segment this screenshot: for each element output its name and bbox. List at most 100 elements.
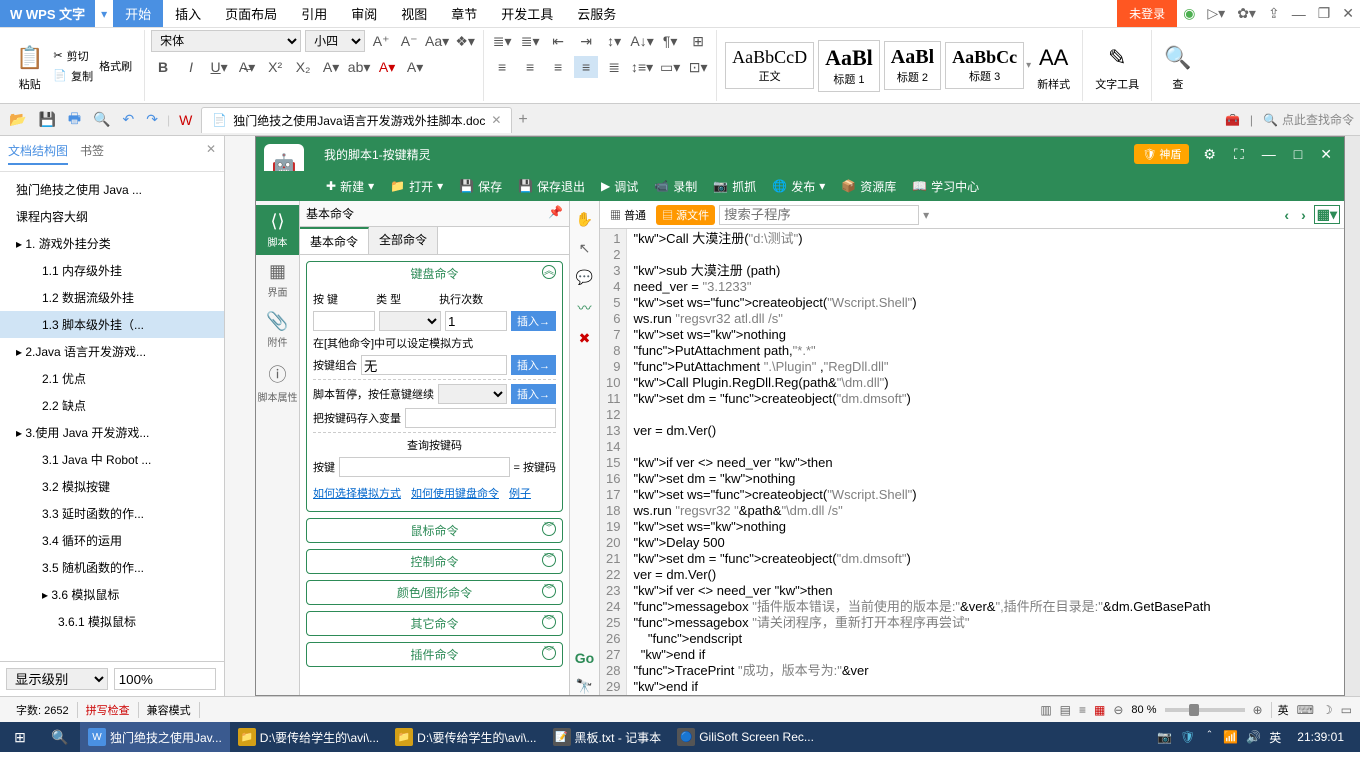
insert-button-2[interactable]: 插入→ <box>511 355 556 375</box>
ime-taskbar[interactable]: 英 <box>1269 729 1281 746</box>
section-keyboard[interactable]: 键盘命令︽ <box>307 262 562 285</box>
search-command[interactable]: 🧰 | 🔍 点此查找命令 <box>1225 111 1354 128</box>
align-right-icon[interactable]: ≡ <box>546 56 570 78</box>
go-icon[interactable]: Go <box>575 650 594 666</box>
tab-structure[interactable]: 文档结构图 <box>8 142 68 165</box>
new-style-button[interactable]: AA新样式 <box>1031 36 1076 96</box>
stats-icon[interactable]: ▭ <box>1341 703 1352 717</box>
type-select[interactable] <box>379 311 441 331</box>
cmd-section[interactable]: 颜色/图形命令︾ <box>307 581 562 604</box>
learn-button[interactable]: 📖 学习中心 <box>904 178 987 195</box>
outline-item[interactable]: 独门绝技之使用 Java ... <box>0 176 224 203</box>
print-icon[interactable]: 🖶 <box>65 108 84 132</box>
close-tab-icon[interactable]: ✕ <box>491 113 501 127</box>
app-minimize-icon[interactable]: — <box>1258 146 1280 162</box>
pin-icon[interactable]: 📌 <box>548 205 563 222</box>
outline-item[interactable]: ▸ 3.6 模拟鼠标 <box>0 581 224 608</box>
app-maximize-icon[interactable]: □ <box>1290 146 1306 162</box>
view4-icon[interactable]: ▦ <box>1094 703 1105 717</box>
tab-view[interactable]: 视图 <box>389 0 439 27</box>
undo-icon[interactable]: ↶ <box>120 111 138 128</box>
bullets-icon[interactable]: ≣▾ <box>490 30 514 52</box>
subscript-icon[interactable]: X₂ <box>291 56 315 78</box>
taskbar-item[interactable]: 📁D:\要传给学生的\avi\... <box>387 722 544 752</box>
text-tools-button[interactable]: ✎文字工具 <box>1089 36 1145 96</box>
view-source-button[interactable]: ▤ 源文件 <box>656 205 715 225</box>
arrow-icon[interactable]: ↖ <box>579 240 591 257</box>
increase-indent-icon[interactable]: ⇥ <box>574 30 598 52</box>
open-icon[interactable]: 📂 <box>6 111 29 128</box>
play-icon[interactable]: ▷▾ <box>1201 5 1231 22</box>
new-button[interactable]: ✚ 新建 ▾ <box>318 178 382 195</box>
link-sim-mode[interactable]: 如何选择模拟方式 <box>313 485 401 501</box>
wps-home-icon[interactable]: W <box>176 112 195 128</box>
outline-item[interactable]: ▸ 1. 游戏外挂分类 <box>0 230 224 257</box>
tab-bookmark[interactable]: 书签 <box>80 142 104 165</box>
tab-chapter[interactable]: 章节 <box>439 0 489 27</box>
tab-start[interactable]: 开始 <box>113 0 163 27</box>
find-button[interactable]: 🔍查 <box>1158 36 1197 96</box>
keyboard-icon[interactable]: ⌨ <box>1297 703 1314 717</box>
resource-button[interactable]: 📦 资源库 <box>833 178 904 195</box>
borders-icon[interactable]: ⊞ <box>686 30 710 52</box>
view1-icon[interactable]: ▥ <box>1040 703 1051 717</box>
hand-icon[interactable]: ✋ <box>576 211 593 228</box>
cmd-section[interactable]: 插件命令︾ <box>307 643 562 666</box>
cut-button[interactable]: ✂ 剪切 <box>53 48 93 64</box>
outline-item[interactable]: ▸ 2.Java 语言开发游戏... <box>0 338 224 365</box>
outline-item[interactable]: 2.1 优点 <box>0 365 224 392</box>
record-button[interactable]: 📹 录制 <box>646 178 705 195</box>
redo-icon[interactable]: ↷ <box>143 111 161 128</box>
search-taskbar-icon[interactable]: 🔍 <box>40 729 80 746</box>
outline-item[interactable]: 1.3 脚本级外挂（... <box>0 311 224 338</box>
side-attach[interactable]: 📎附件 <box>256 305 299 355</box>
restore-icon[interactable]: ❐ <box>1312 5 1337 22</box>
capture-button[interactable]: 📷 抓抓 <box>705 178 764 195</box>
add-tab-icon[interactable]: + <box>518 111 527 129</box>
cmd-section[interactable]: 其它命令︾ <box>307 612 562 635</box>
shield-badge[interactable]: 🛡 神盾 <box>1134 144 1189 164</box>
view-normal-button[interactable]: ▦ 普通 <box>604 205 652 225</box>
level-select[interactable]: 显示级别 <box>6 668 108 690</box>
shading-icon[interactable]: A▾ <box>403 56 427 78</box>
outline-item[interactable]: 课程内容大纲 <box>0 203 224 230</box>
align-center-icon[interactable]: ≡ <box>518 56 542 78</box>
link-example[interactable]: 例子 <box>509 485 531 501</box>
tray-shield-icon[interactable]: 🛡 <box>1180 730 1195 744</box>
cmd-section[interactable]: 控制命令︾ <box>307 550 562 573</box>
x-icon[interactable]: ✖ <box>579 330 591 347</box>
close-outline-icon[interactable]: ✕ <box>206 142 216 165</box>
taskbar-item[interactable]: 🔵GiliSoft Screen Rec... <box>669 722 822 752</box>
settings-icon[interactable]: ⚙ <box>1199 146 1220 163</box>
tab-review[interactable]: 审阅 <box>339 0 389 27</box>
save-icon[interactable]: 💾 <box>35 111 58 128</box>
underline-icon[interactable]: U▾ <box>207 56 231 78</box>
text-dir-icon[interactable]: ↕▾ <box>602 30 626 52</box>
spellcheck-toggle[interactable]: 拼写检查 <box>78 702 139 718</box>
strike-icon[interactable]: A̶▾ <box>235 56 259 78</box>
search-sub-input[interactable] <box>719 205 919 225</box>
outline-list[interactable]: 独门绝技之使用 Java ...课程内容大纲▸ 1. 游戏外挂分类1.1 内存级… <box>0 172 224 661</box>
tray-camera-icon[interactable]: 📷 <box>1157 730 1172 744</box>
dropdown-icon[interactable]: ▾ <box>923 208 929 222</box>
tab-layout[interactable]: 页面布局 <box>213 0 289 27</box>
align-justify-icon[interactable]: ≡ <box>574 56 598 78</box>
pause-sel[interactable] <box>438 384 507 404</box>
combo-input[interactable] <box>361 355 507 375</box>
increase-font-icon[interactable]: A⁺ <box>369 30 393 52</box>
outline-item[interactable]: 3.5 随机函数的作... <box>0 554 224 581</box>
key2-input[interactable] <box>339 457 510 477</box>
close-icon[interactable]: ✕ <box>1336 5 1360 22</box>
font-color-icon[interactable]: A▾ <box>375 56 399 78</box>
document-tab[interactable]: 📄 独门绝技之使用Java语言开发游戏外挂脚本.doc ✕ <box>201 107 512 133</box>
italic-icon[interactable]: I <box>179 56 203 78</box>
ime-indicator[interactable]: 英 <box>1271 702 1289 718</box>
expand-icon[interactable]: ︾ <box>542 553 556 567</box>
cmd-tab-basic[interactable]: 基本命令 <box>300 227 369 254</box>
tab-cloud[interactable]: 云服务 <box>565 0 628 27</box>
show-marks-icon[interactable]: ¶▾ <box>658 30 682 52</box>
tab-insert[interactable]: 插入 <box>163 0 213 27</box>
moon-icon[interactable]: ☽ <box>1322 703 1333 717</box>
sort-icon[interactable]: A↓▾ <box>630 30 654 52</box>
cmd-section[interactable]: 鼠标命令︾ <box>307 519 562 542</box>
